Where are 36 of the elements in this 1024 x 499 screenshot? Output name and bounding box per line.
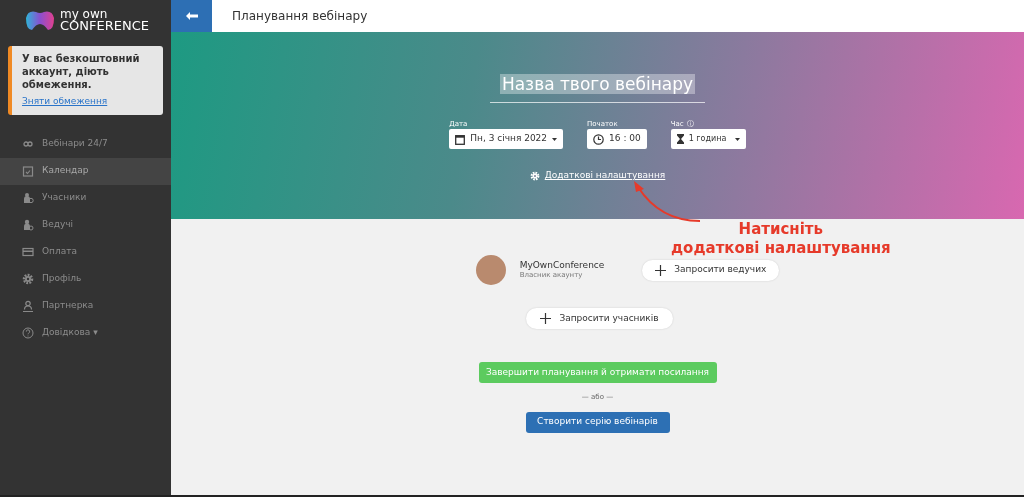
person-icon (22, 219, 34, 231)
avatar (475, 255, 506, 285)
card-icon (22, 246, 34, 258)
help-icon (22, 327, 34, 339)
gear-icon (22, 273, 34, 285)
settings-icon (529, 170, 540, 181)
webinar-name-field[interactable]: Назва твого вебінару (499, 74, 696, 94)
clock-icon (593, 133, 605, 145)
duration-dropdown[interactable]: 1 година (670, 129, 746, 149)
back-button[interactable] (171, 0, 212, 32)
logo-text: my own CONFERENCE (60, 9, 149, 31)
finish-planning-button[interactable]: Завершити планування й отримати посилання (478, 362, 717, 383)
person-icon (22, 300, 34, 312)
host-name: MyOwnConference (519, 260, 605, 270)
notice-text: У вас безкоштовний аккаунт, діють обмеження. (22, 52, 141, 91)
infinity-icon (22, 138, 34, 150)
caret-icon (734, 137, 740, 141)
sidebar-item[interactable]: Календар (0, 157, 171, 185)
create-series-button[interactable]: Створити серію вебінарів (525, 411, 670, 433)
plus-icon (655, 264, 667, 276)
caret-icon (552, 137, 558, 141)
calendar-icon (455, 133, 466, 145)
people-icon (22, 192, 34, 204)
page-title: Планування вебінару (232, 8, 368, 25)
start-time-field[interactable]: 16 : 00 (587, 129, 647, 149)
invite-participants-button[interactable]: Запросити учасників (526, 308, 673, 329)
annotation-text: додаткові налаштування (671, 239, 891, 258)
invite-hosts-button[interactable]: Запросити ведучих (642, 259, 780, 281)
remove-limits-link[interactable]: Зняти обмеження (22, 95, 153, 109)
calendar-icon (22, 165, 34, 177)
annotation-text: Натисніть (738, 220, 824, 239)
plus-icon (540, 313, 552, 324)
date-dropdown[interactable]: Пн, 3 січня 2022 (449, 129, 564, 149)
arrow-left-icon (185, 12, 198, 20)
additional-settings-link[interactable]: Додаткові налаштування (544, 169, 666, 183)
hourglass-icon (676, 134, 684, 144)
